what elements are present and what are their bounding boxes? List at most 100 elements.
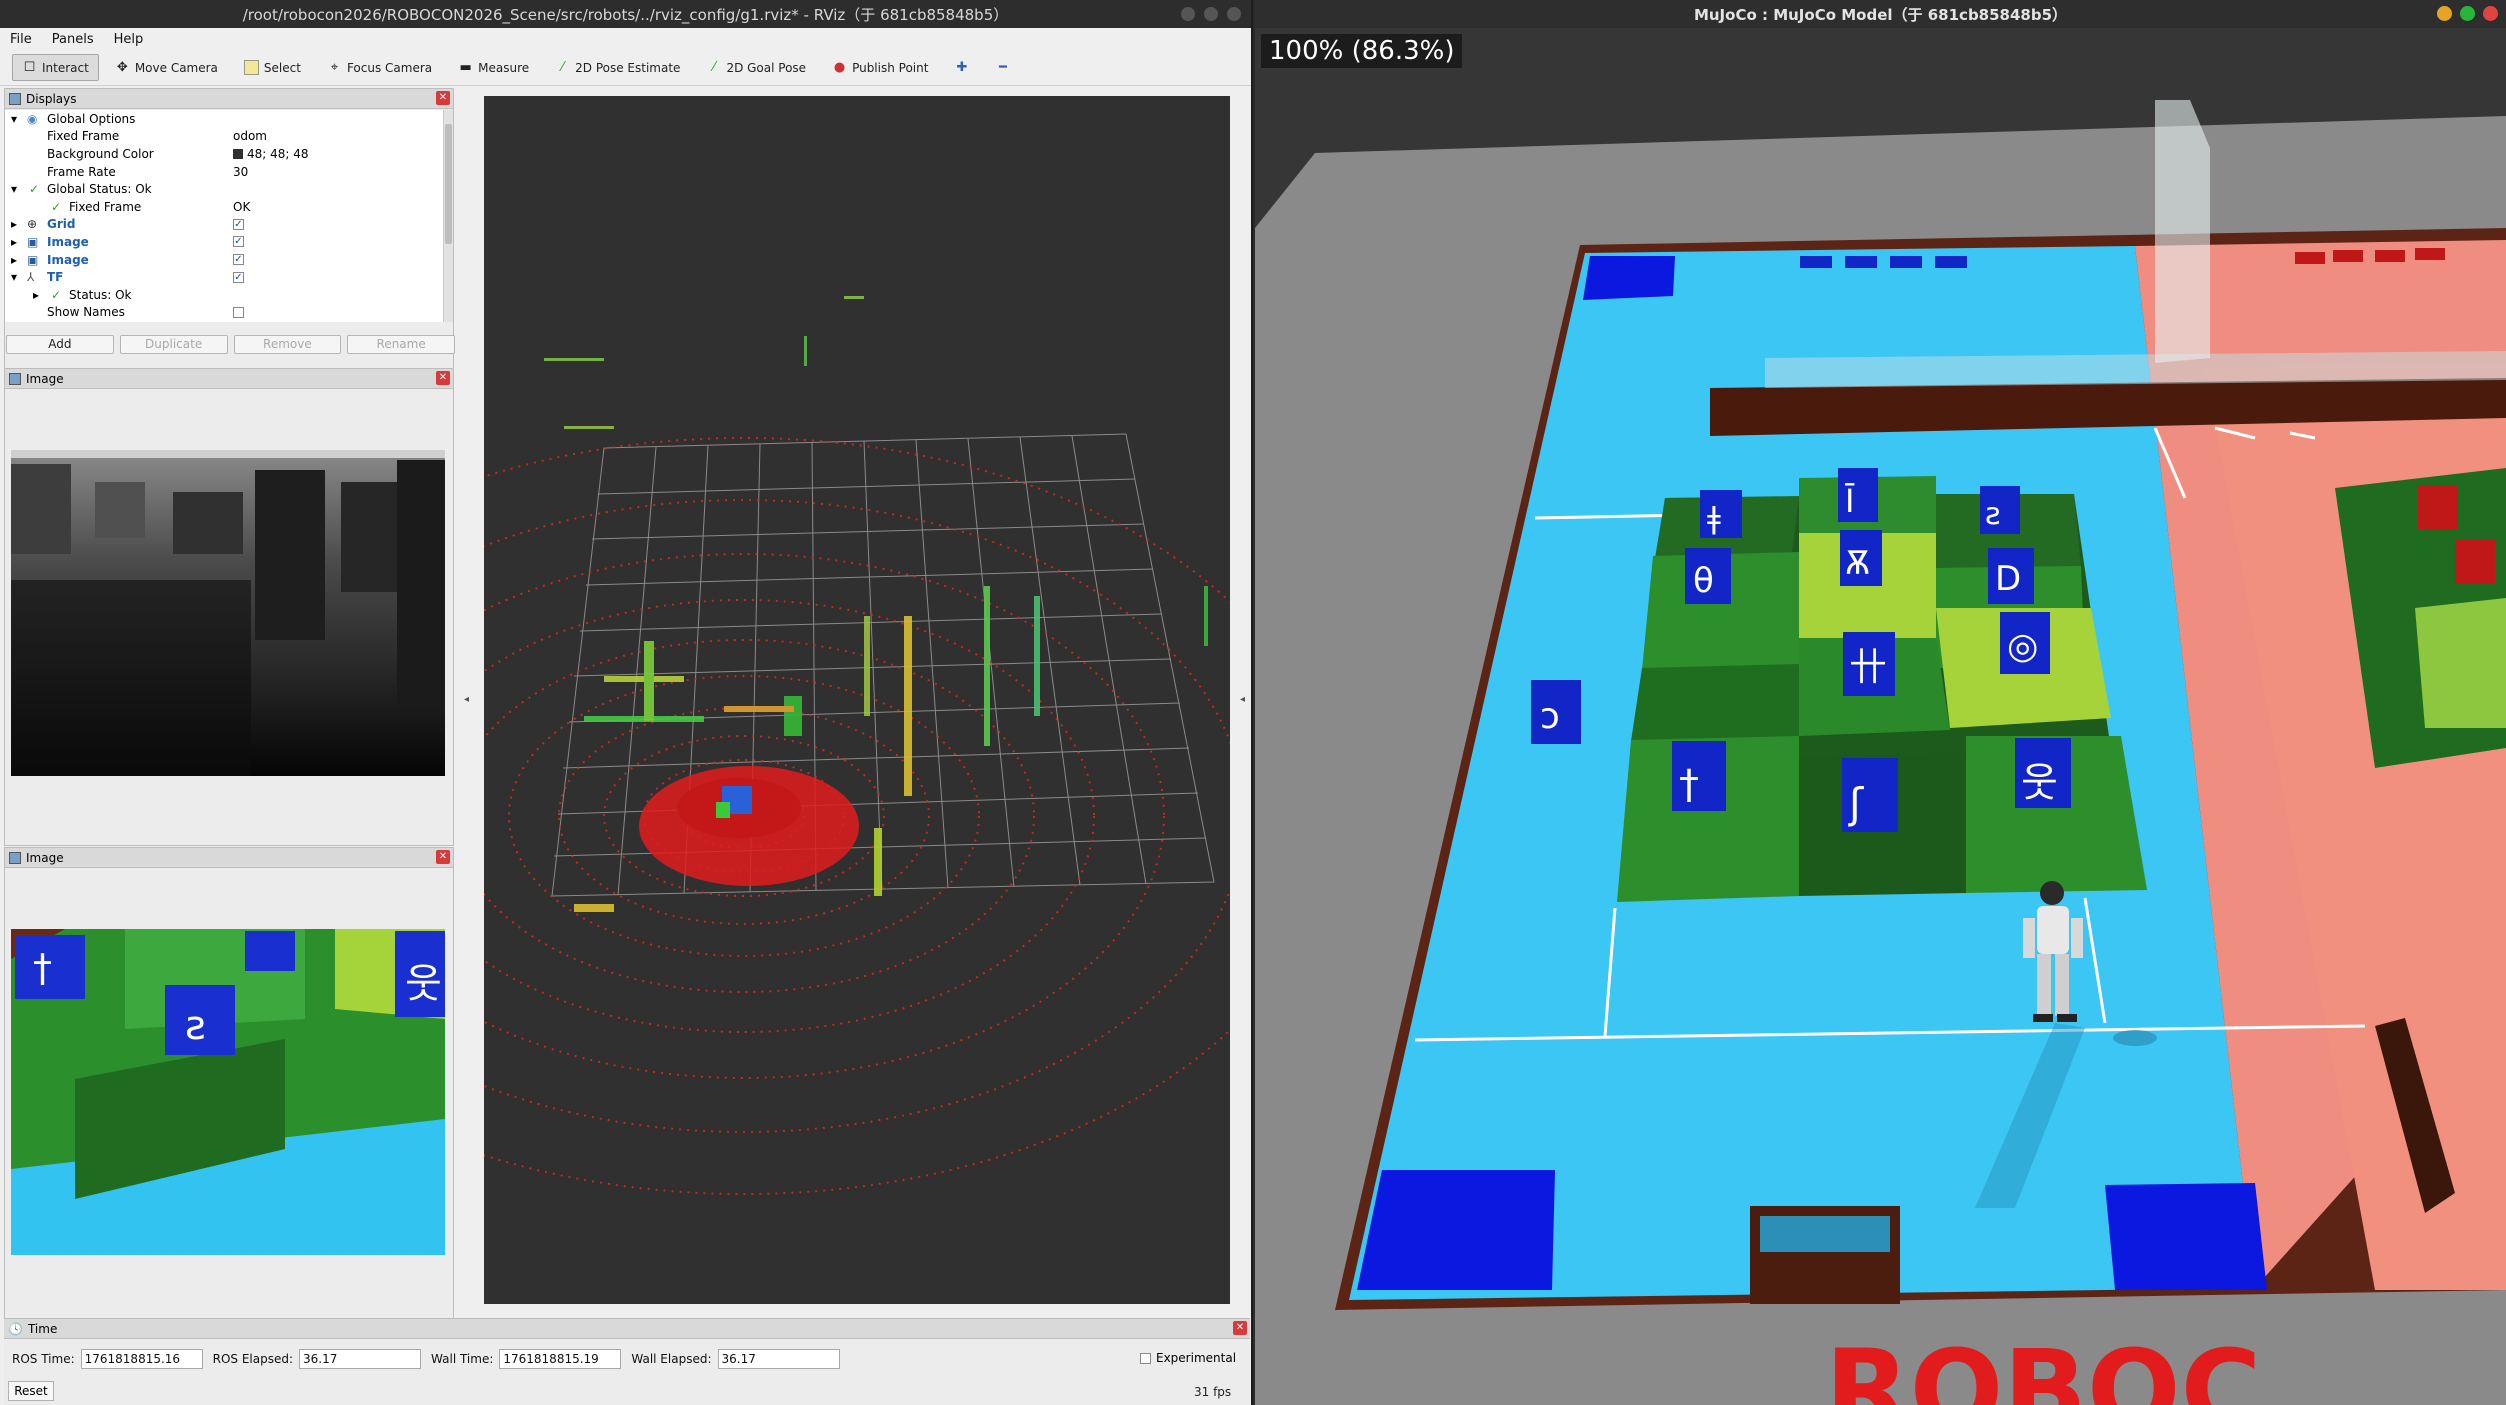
- image-2-enabled-checkbox[interactable]: ✓: [233, 254, 244, 266]
- tree-row-show-names[interactable]: Show Names: [5, 304, 445, 322]
- tree-row-image-1[interactable]: ▸ ▣ Image ✓: [5, 233, 445, 251]
- tool-interact[interactable]: ☐ Interact: [12, 54, 99, 81]
- displays-icon: [9, 92, 21, 105]
- tree-label: Show Names: [47, 305, 125, 320]
- time-panel-title: Time: [27, 1321, 58, 1336]
- tool-goal-pose-label: 2D Goal Pose: [726, 60, 807, 75]
- tool-focus-camera-label: Focus Camera: [346, 60, 433, 75]
- tool-move-camera[interactable]: ✥ Move Camera: [105, 54, 228, 81]
- rename-display-button[interactable]: Rename: [347, 335, 455, 354]
- minus-icon: ━: [999, 60, 1007, 75]
- maximize-button[interactable]: [1204, 7, 1218, 21]
- color-swatch-value[interactable]: 48; 48; 48: [233, 147, 309, 161]
- maximize-button[interactable]: [2460, 6, 2475, 21]
- svg-text:†: †: [1679, 762, 1699, 808]
- tool-focus-camera[interactable]: ⌖ Focus Camera: [317, 54, 442, 81]
- time-panel-header: 🕓 Time ✕: [4, 1319, 1250, 1339]
- point-cloud-render: [484, 296, 1230, 1195]
- collapse-arrow-icon[interactable]: ▸: [11, 217, 17, 231]
- tree-value: 48; 48; 48: [247, 146, 309, 161]
- svg-text:◎: ◎: [2007, 626, 2038, 667]
- interact-icon: ☐: [23, 60, 36, 75]
- tree-value[interactable]: 30: [233, 165, 248, 179]
- close-button[interactable]: [1227, 7, 1241, 21]
- remove-tool-button[interactable]: ━: [985, 54, 1020, 81]
- close-panel-icon[interactable]: ✕: [436, 91, 450, 105]
- collapse-arrow-icon[interactable]: ▸: [11, 235, 17, 249]
- tree-row-status-fixed-frame[interactable]: ✓ Fixed Frame OK: [5, 198, 445, 216]
- camera-image: † ƨ 웃: [11, 929, 445, 1255]
- tree-row-tf-status[interactable]: ▸ ✓ Status: Ok: [5, 286, 445, 304]
- add-tool-button[interactable]: ✚: [944, 54, 979, 81]
- tree-label: Fixed Frame: [47, 129, 120, 144]
- tree-row-image-2[interactable]: ▸ ▣ Image ✓: [5, 251, 445, 269]
- expand-arrow-icon[interactable]: ▾: [11, 270, 17, 284]
- experimental-checkbox[interactable]: [1140, 1352, 1151, 1364]
- ok-check-icon: ✓: [51, 199, 62, 214]
- close-button[interactable]: [2483, 6, 2498, 21]
- wall-elapsed-field[interactable]: 36.17: [717, 1349, 840, 1369]
- reset-button[interactable]: Reset: [8, 1381, 54, 1401]
- select-icon: [243, 60, 259, 75]
- splitter-right-arrow-icon[interactable]: ◂: [1240, 694, 1245, 705]
- image-panel-icon: [9, 851, 21, 864]
- splitter-left-arrow-icon[interactable]: ◂: [464, 694, 469, 705]
- minimize-button[interactable]: [1181, 7, 1195, 21]
- ros-elapsed-field[interactable]: 36.17: [299, 1349, 422, 1369]
- tool-measure[interactable]: ▬ Measure: [448, 54, 539, 81]
- time-panel: 🕓 Time ✕ ROS Time: 1761818815.16 ROS Ela…: [4, 1318, 1250, 1405]
- show-names-checkbox[interactable]: [233, 306, 244, 318]
- image-panel-header: Image ✕: [5, 369, 453, 389]
- displays-scrollbar[interactable]: [443, 110, 453, 322]
- svg-text:ƨ: ƨ: [185, 1003, 206, 1049]
- tool-publish-point[interactable]: ● Publish Point: [822, 54, 938, 81]
- rviz-window: /root/robocon2026/ROBOCON2026_Scene/src/…: [0, 0, 1253, 1405]
- tool-select[interactable]: Select: [234, 54, 311, 81]
- displays-panel-header: Displays ✕: [5, 89, 453, 109]
- tree-row-frame-rate[interactable]: Frame Rate 30: [5, 163, 445, 181]
- image-panel-camera: Image ✕ † ƨ 웃: [4, 847, 454, 1327]
- minimize-button[interactable]: [2437, 6, 2452, 21]
- remove-display-button[interactable]: Remove: [233, 335, 342, 354]
- duplicate-display-button[interactable]: Duplicate: [119, 335, 228, 354]
- wall-time-label: Wall Time:: [431, 1352, 494, 1366]
- svg-text:ʃ: ʃ: [1848, 779, 1864, 828]
- mujoco-window-title: MuJoCo : MuJoCo Model（于 681cb85848b5）: [1693, 5, 2068, 24]
- mujoco-3d-scene[interactable]: ǂ Ī ƨ θ Ѫ D ◎ 卄 ɔ † ʃ 웃 ROBOC: [1255, 28, 2506, 1405]
- ok-check-icon: ✓: [51, 287, 62, 302]
- close-panel-icon[interactable]: ✕: [436, 371, 450, 385]
- tf-icon: ⅄: [27, 270, 35, 285]
- image-panel-title: Image: [26, 850, 64, 865]
- tree-row-background-color[interactable]: Background Color 48; 48; 48: [5, 145, 445, 163]
- tree-row-global-status[interactable]: ▾ ✓ Global Status: Ok: [5, 180, 445, 198]
- image-1-enabled-checkbox[interactable]: ✓: [233, 236, 244, 248]
- tool-2d-goal-pose[interactable]: ⁄ 2D Goal Pose: [696, 54, 816, 81]
- tree-row-global-options[interactable]: ▾ ◉ Global Options: [5, 110, 445, 128]
- close-panel-icon[interactable]: ✕: [436, 850, 450, 864]
- add-display-button[interactable]: Add: [6, 335, 114, 354]
- expand-arrow-icon[interactable]: ▾: [11, 182, 17, 196]
- collapse-arrow-icon[interactable]: ▸: [11, 253, 17, 267]
- tree-row-fixed-frame[interactable]: Fixed Frame odom: [5, 128, 445, 146]
- tree-value[interactable]: odom: [233, 129, 267, 143]
- collapse-arrow-icon[interactable]: ▸: [33, 288, 39, 302]
- expand-arrow-icon[interactable]: ▾: [11, 112, 17, 126]
- tool-2d-pose-estimate[interactable]: ⁄ 2D Pose Estimate: [545, 54, 690, 81]
- tree-row-tf[interactable]: ▾ ⅄ TF ✓: [5, 268, 445, 286]
- close-panel-icon[interactable]: ✕: [1233, 1321, 1247, 1335]
- svg-text:ǂ: ǂ: [1707, 501, 1721, 536]
- menu-help[interactable]: Help: [104, 32, 154, 47]
- rviz-3d-view[interactable]: [484, 96, 1230, 1304]
- field-logo-text: ROBOC: [1825, 1326, 2261, 1405]
- depth-image-area: [5, 390, 453, 845]
- experimental-toggle[interactable]: Experimental: [1140, 1351, 1236, 1365]
- tree-row-grid[interactable]: ▸ ⊕ Grid ✓: [5, 216, 445, 234]
- menu-file[interactable]: File: [0, 32, 42, 47]
- tf-enabled-checkbox[interactable]: ✓: [233, 271, 244, 283]
- displays-button-row: Add Duplicate Remove Rename: [5, 335, 455, 354]
- ros-time-field[interactable]: 1761818815.16: [80, 1349, 203, 1369]
- grid-enabled-checkbox[interactable]: ✓: [233, 218, 244, 230]
- wall-time-field[interactable]: 1761818815.19: [499, 1349, 622, 1369]
- tree-label: Background Color: [47, 146, 154, 161]
- menu-panels[interactable]: Panels: [42, 32, 104, 47]
